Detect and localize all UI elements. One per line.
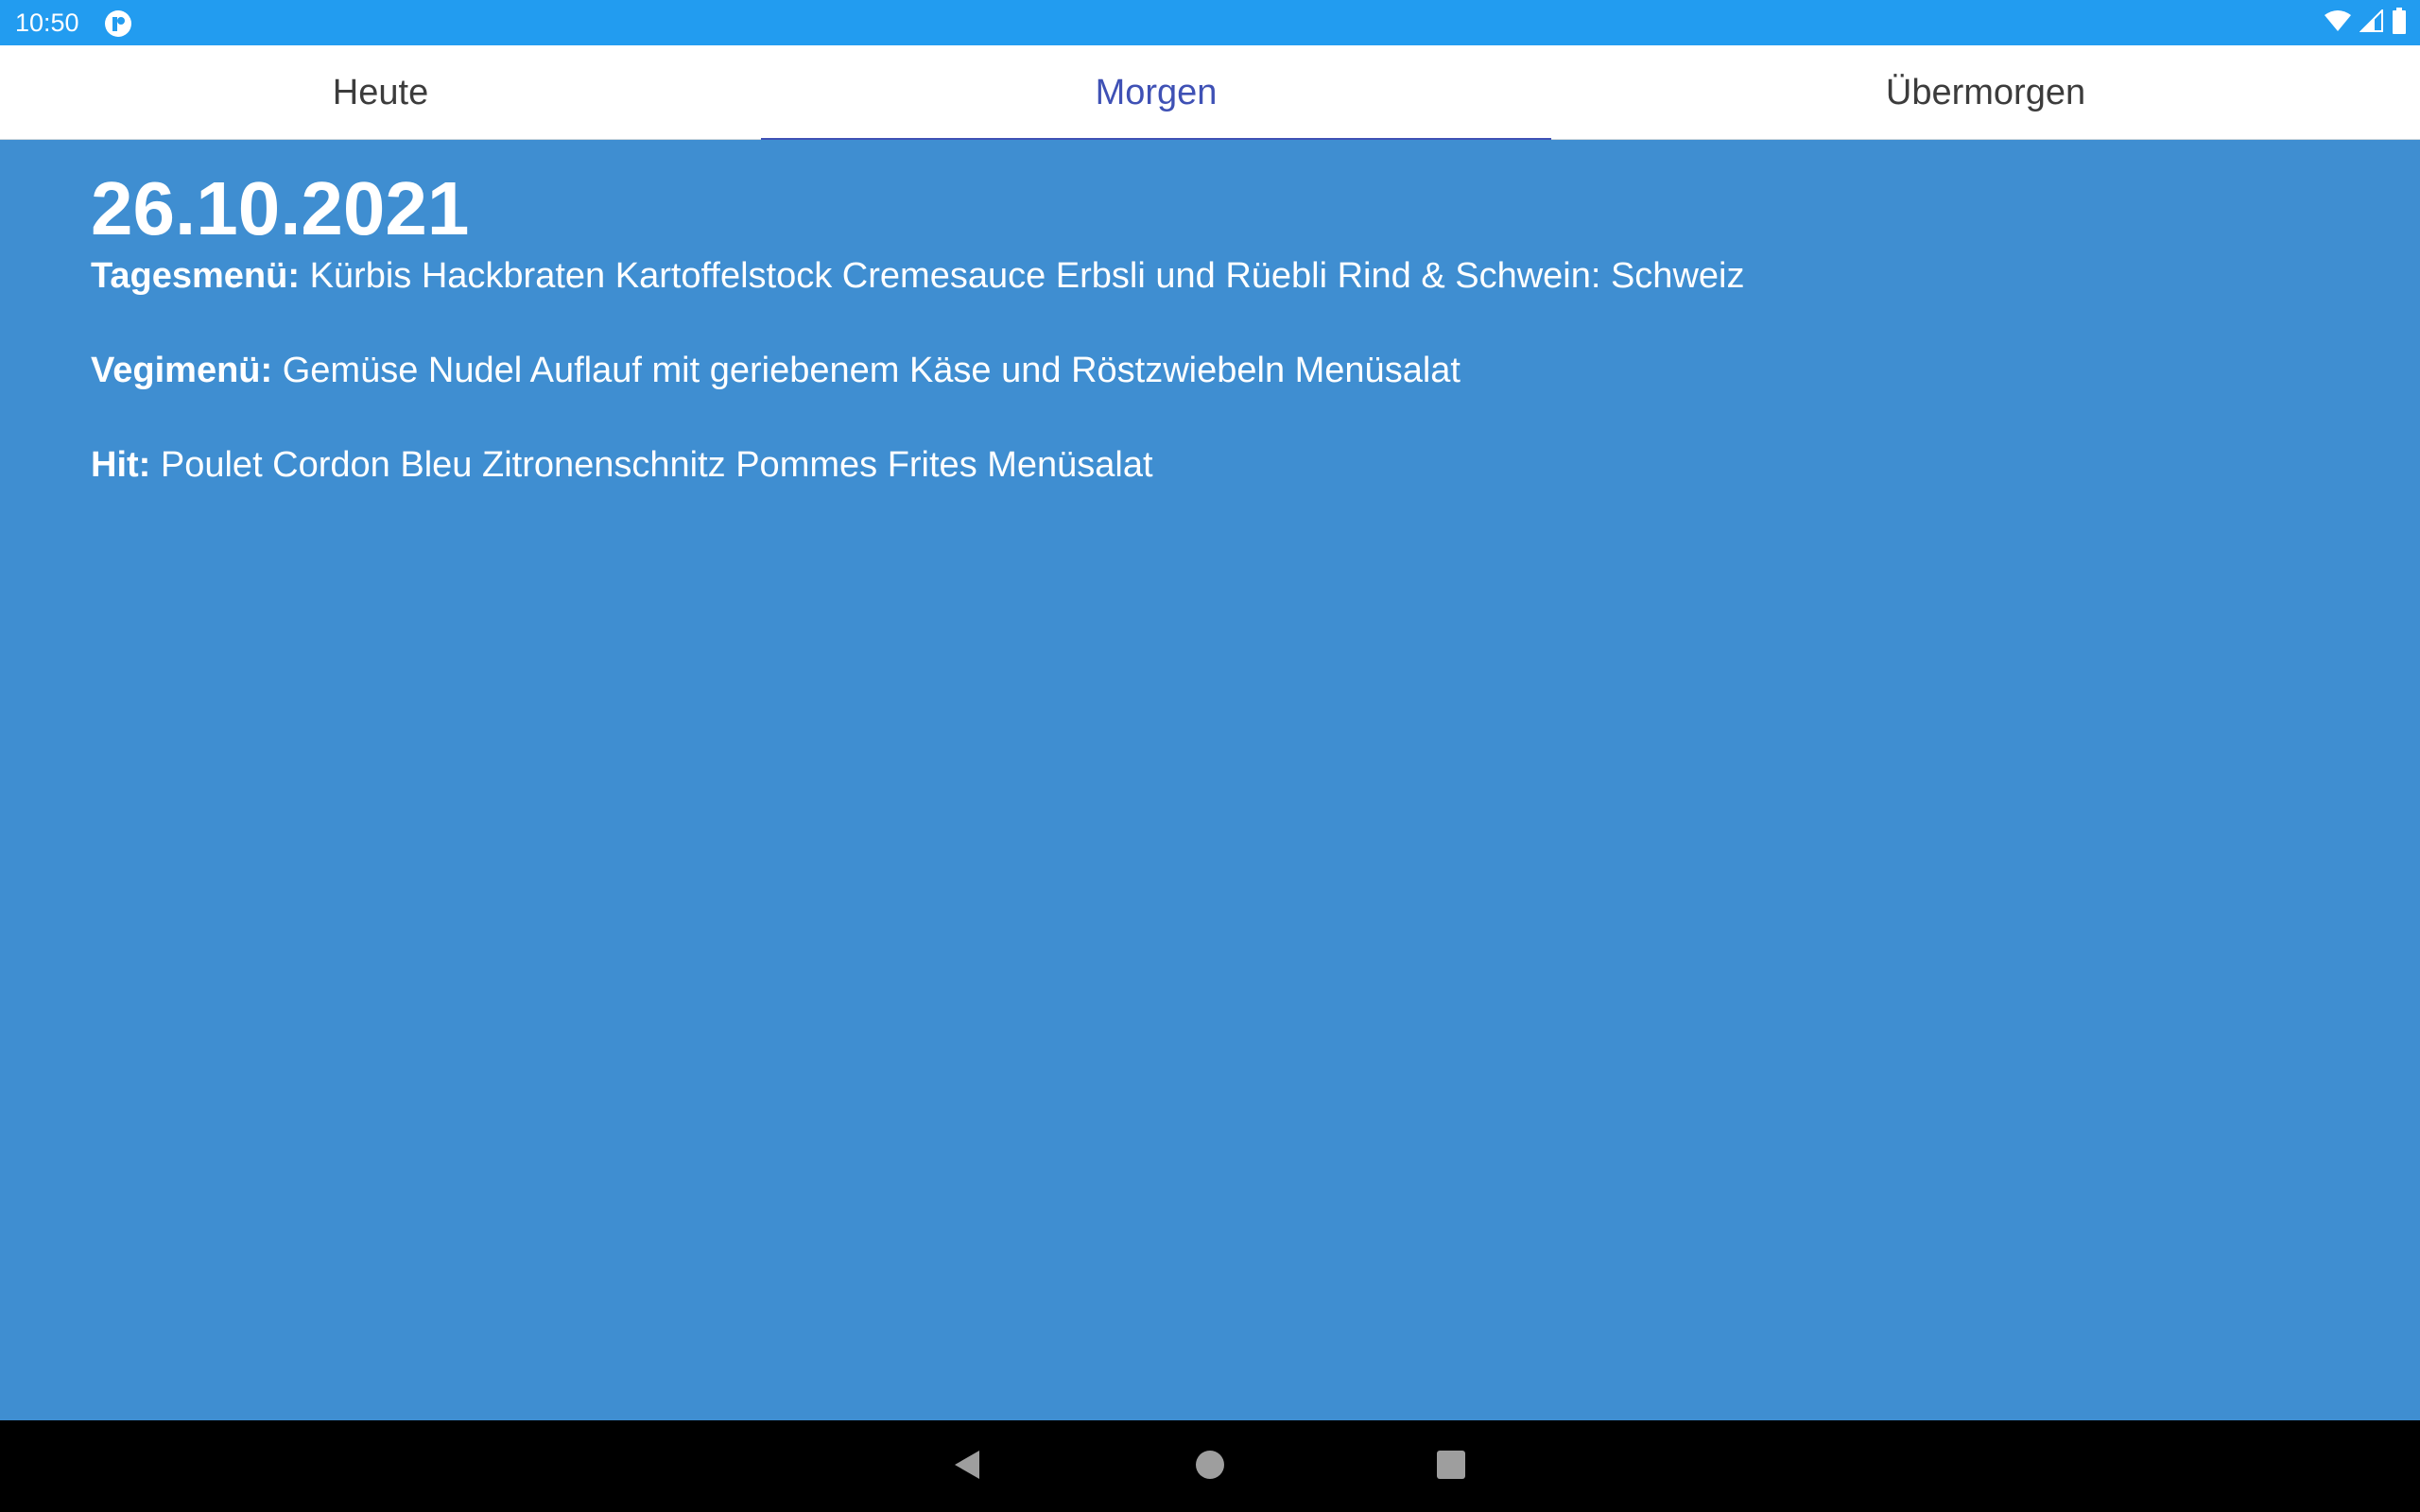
battery-icon xyxy=(2392,7,2407,39)
menu-item-tagesmenue: Tagesmenü: Kürbis Hackbraten Kartoffelst… xyxy=(91,253,1744,299)
menu-label: Vegimenü: xyxy=(91,351,273,390)
home-button[interactable] xyxy=(1186,1443,1234,1490)
status-bar: 10:50 xyxy=(0,0,2420,45)
menu-text: Gemüse Nudel Auflauf mit geriebenem Käse… xyxy=(282,351,1461,390)
tab-heute-label: Heute xyxy=(332,72,429,112)
date-heading: 26.10.2021 xyxy=(91,166,470,250)
app-notification-icon xyxy=(104,9,132,38)
menu-label: Tagesmenü: xyxy=(91,256,301,296)
tab-uebermorgen[interactable]: Übermorgen xyxy=(1551,45,2420,140)
menu-text: Kürbis Hackbraten Kartoffelstock Cremesa… xyxy=(309,256,1745,296)
tab-heute[interactable]: Heute xyxy=(0,45,761,140)
menu-item-vegimenue: Vegimenü: Gemüse Nudel Auflauf mit gerie… xyxy=(91,348,1461,393)
status-time: 10:50 xyxy=(15,9,79,37)
tab-bar: Heute Morgen Übermorgen xyxy=(0,45,2420,141)
home-icon xyxy=(1194,1449,1226,1486)
signal-icon xyxy=(2359,8,2384,37)
tab-morgen[interactable]: Morgen xyxy=(761,45,1551,141)
back-button[interactable] xyxy=(943,1443,991,1490)
recents-button[interactable] xyxy=(1427,1443,1475,1490)
back-icon xyxy=(951,1449,983,1486)
menu-content: 26.10.2021 Tagesmenü: Kürbis Hackbraten … xyxy=(0,140,2420,1420)
menu-label: Hit: xyxy=(91,445,151,485)
recents-icon xyxy=(1435,1449,1467,1486)
tab-uebermorgen-label: Übermorgen xyxy=(1885,72,2086,112)
status-icons xyxy=(2324,7,2407,39)
navigation-bar xyxy=(0,1420,2420,1512)
wifi-icon xyxy=(2324,9,2352,37)
menu-text: Poulet Cordon Bleu Zitronenschnitz Pomme… xyxy=(160,445,1153,485)
tab-morgen-label: Morgen xyxy=(1095,72,1218,112)
menu-item-hit: Hit: Poulet Cordon Bleu Zitronenschnitz … xyxy=(91,442,1153,488)
